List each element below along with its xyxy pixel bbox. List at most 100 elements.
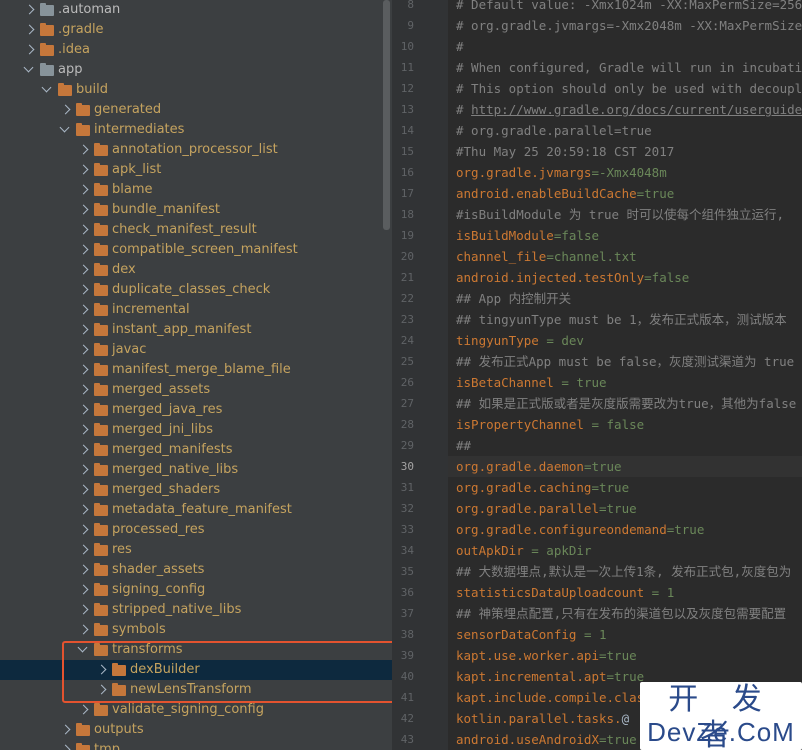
chevron-right-icon[interactable] (58, 103, 72, 117)
tree-item[interactable]: metadata_feature_manifest (0, 500, 392, 520)
tree-item[interactable]: tmp (0, 740, 392, 750)
code-line[interactable]: # This option should only be used with d… (456, 78, 802, 99)
tree-scrollbar[interactable] (383, 0, 390, 230)
chevron-right-icon[interactable] (22, 3, 36, 17)
tree-item[interactable]: bundle_manifest (0, 200, 392, 220)
tree-item[interactable]: processed_res (0, 520, 392, 540)
tree-item[interactable]: intermediates (0, 120, 392, 140)
code-line[interactable]: # org.gradle.parallel=true (456, 120, 802, 141)
code-line[interactable]: org.gradle.jvmargs=-Xmx4048m (456, 162, 802, 183)
code-line[interactable]: sensorDataConfig = 1 (456, 624, 802, 645)
code-line[interactable]: statisticsDataUploadcount = 1 (456, 582, 802, 603)
chevron-down-icon[interactable] (58, 123, 72, 137)
chevron-right-icon[interactable] (76, 703, 90, 717)
tree-item[interactable]: merged_assets (0, 380, 392, 400)
code-line[interactable]: kapt.use.worker.api=true (456, 645, 802, 666)
tree-item[interactable]: .gradle (0, 20, 392, 40)
tree-item[interactable]: newLensTransform (0, 680, 392, 700)
chevron-right-icon[interactable] (76, 323, 90, 337)
chevron-right-icon[interactable] (76, 203, 90, 217)
chevron-right-icon[interactable] (22, 23, 36, 37)
tree-item[interactable]: merged_shaders (0, 480, 392, 500)
tree-item[interactable]: symbols (0, 620, 392, 640)
tree-item[interactable]: apk_list (0, 160, 392, 180)
code-line[interactable]: ## 大数据埋点,默认是一次上传1条, 发布正式包,灰度包为 (456, 561, 802, 582)
code-line[interactable]: tingyunType = dev (456, 330, 802, 351)
tree-item[interactable]: manifest_merge_blame_file (0, 360, 392, 380)
code-line[interactable]: channel_file=channel.txt (456, 246, 802, 267)
code-line[interactable]: isBetaChannel = true (456, 372, 802, 393)
tree-item[interactable]: merged_manifests (0, 440, 392, 460)
code-line[interactable]: ## 发布正式App must be false，灰度测试渠道为 true (456, 351, 802, 372)
chevron-right-icon[interactable] (76, 343, 90, 357)
tree-item[interactable]: .idea (0, 40, 392, 60)
code-line[interactable]: org.gradle.configureondemand=true (456, 519, 802, 540)
tree-item[interactable]: check_manifest_result (0, 220, 392, 240)
code-line[interactable]: org.gradle.caching=true (456, 477, 802, 498)
tree-item[interactable]: instant_app_manifest (0, 320, 392, 340)
chevron-right-icon[interactable] (76, 143, 90, 157)
comment-link[interactable]: http://www.gradle.org/docs/current/userg… (471, 102, 802, 117)
chevron-right-icon[interactable] (76, 443, 90, 457)
chevron-right-icon[interactable] (76, 403, 90, 417)
chevron-right-icon[interactable] (76, 223, 90, 237)
tree-item[interactable]: compatible_screen_manifest (0, 240, 392, 260)
code-line[interactable]: #isBuildModule 为 true 时可以使每个组件独立运行, (456, 204, 802, 225)
chevron-right-icon[interactable] (76, 283, 90, 297)
tree-item[interactable]: generated (0, 100, 392, 120)
code-line[interactable]: org.gradle.daemon=true (456, 456, 802, 477)
tree-item[interactable]: transforms (0, 640, 392, 660)
chevron-right-icon[interactable] (76, 423, 90, 437)
chevron-right-icon[interactable] (76, 583, 90, 597)
chevron-right-icon[interactable] (76, 183, 90, 197)
tree-item[interactable]: stripped_native_libs (0, 600, 392, 620)
chevron-right-icon[interactable] (94, 663, 108, 677)
code-line[interactable]: outApkDir = apkDir (456, 540, 802, 561)
chevron-right-icon[interactable] (76, 383, 90, 397)
chevron-right-icon[interactable] (94, 683, 108, 697)
tree-item[interactable]: .automan (0, 0, 392, 20)
code-line[interactable]: # When configured, Gradle will run in in… (456, 57, 802, 78)
chevron-right-icon[interactable] (76, 563, 90, 577)
code-line[interactable]: # (456, 36, 802, 57)
chevron-right-icon[interactable] (76, 243, 90, 257)
tree-item[interactable]: app (0, 60, 392, 80)
code-editor[interactable]: 8 9 10 11 12 13 14 15 16 17 18 19 20 21 22 23 24 25 26 27 28… (392, 0, 802, 750)
code-line[interactable]: ## tingyunType must be 1，发布正式版本，测试版本 (456, 309, 802, 330)
chevron-right-icon[interactable] (22, 43, 36, 57)
chevron-right-icon[interactable] (76, 503, 90, 517)
tree-item[interactable]: outputs (0, 720, 392, 740)
code-line[interactable]: # http://www.gradle.org/docs/current/use… (456, 99, 802, 120)
chevron-down-icon[interactable] (76, 643, 90, 657)
tree-item[interactable]: duplicate_classes_check (0, 280, 392, 300)
chevron-down-icon[interactable] (22, 63, 36, 77)
chevron-down-icon[interactable] (40, 83, 54, 97)
tree-item[interactable]: annotation_processor_list (0, 140, 392, 160)
code-line[interactable]: isPropertyChannel = false (456, 414, 802, 435)
chevron-right-icon[interactable] (76, 523, 90, 537)
code-line[interactable]: android.enableBuildCache=true (456, 183, 802, 204)
tree-item[interactable]: res (0, 540, 392, 560)
code-line[interactable]: isBuildModule=false (456, 225, 802, 246)
chevron-right-icon[interactable] (76, 163, 90, 177)
chevron-right-icon[interactable] (76, 483, 90, 497)
tree-item[interactable]: signing_config (0, 580, 392, 600)
chevron-right-icon[interactable] (76, 303, 90, 317)
code-line[interactable]: ## App 内控制开关 (456, 288, 802, 309)
tree-item[interactable]: blame (0, 180, 392, 200)
code-line[interactable]: #Thu May 25 20:59:18 CST 2017 (456, 141, 802, 162)
code-line[interactable]: org.gradle.parallel=true (456, 498, 802, 519)
tree-item[interactable]: merged_jni_libs (0, 420, 392, 440)
tree-item[interactable]: shader_assets (0, 560, 392, 580)
code-line[interactable]: ## (456, 435, 802, 456)
code-line[interactable]: # org.gradle.jvmargs=-Xmx2048m -XX:MaxPe… (456, 15, 802, 36)
chevron-right-icon[interactable] (76, 603, 90, 617)
chevron-right-icon[interactable] (76, 543, 90, 557)
tree-item[interactable]: merged_java_res (0, 400, 392, 420)
tree-item[interactable]: build (0, 80, 392, 100)
tree-item[interactable]: validate_signing_config (0, 700, 392, 720)
chevron-right-icon[interactable] (76, 463, 90, 477)
chevron-right-icon[interactable] (76, 263, 90, 277)
code-line[interactable]: ## 如果是正式版或者是灰度版需要改为true，其他为false (456, 393, 802, 414)
chevron-right-icon[interactable] (76, 363, 90, 377)
